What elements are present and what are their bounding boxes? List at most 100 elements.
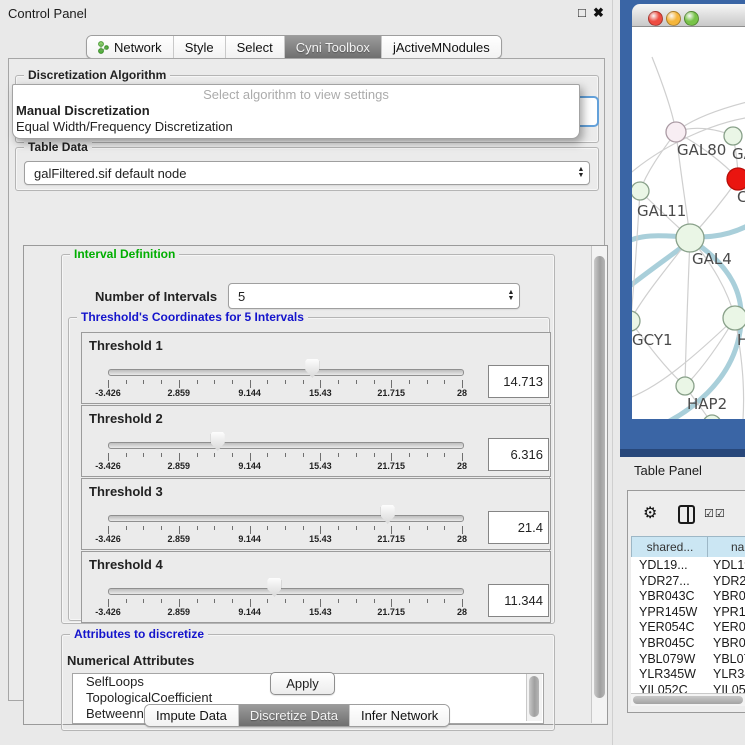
tab-infer-network[interactable]: Infer Network [350, 705, 449, 726]
network-node [703, 415, 721, 419]
cell-name: YER054C [713, 620, 745, 634]
tick-mark [232, 599, 233, 603]
tab-discretize-data[interactable]: Discretize Data [239, 705, 350, 726]
zoom-window-icon[interactable] [684, 11, 699, 26]
panel-title: Control Panel [8, 6, 87, 21]
table-data-groupbox: Table Data galFiltered.sif default node … [15, 147, 599, 191]
network-node [724, 127, 742, 145]
algorithm-dropdown-popup: Select algorithm to view settings Manual… [12, 84, 580, 139]
tick-mark [143, 380, 144, 384]
apply-button[interactable]: Apply [270, 672, 335, 695]
tick-mark [338, 453, 339, 457]
split-columns-icon[interactable] [678, 505, 695, 524]
column-header-name[interactable]: name [707, 536, 745, 558]
tick-mark [267, 380, 268, 384]
tab-jactivemnodules[interactable]: jActiveMNodules [382, 36, 501, 58]
dropdown-option[interactable]: Equal Width/Frequency Discretization [13, 119, 579, 135]
tick-label: 9.144 [238, 461, 261, 471]
tick-mark [462, 453, 463, 461]
cell-shared-name: YER054C [639, 620, 695, 634]
network-graph: GAL80GACGAL11GAL4GCY1HHAP2 [632, 27, 745, 419]
tick-mark [143, 526, 144, 530]
minimize-window-icon[interactable] [666, 11, 681, 26]
close-panel-icon[interactable]: ✖ [593, 5, 604, 21]
tick-mark [391, 453, 392, 461]
settings-scrollpane: Interval Definition Number of Intervals … [23, 245, 608, 725]
threshold-value-field[interactable]: 21.4 [488, 511, 549, 544]
tick-label: 21.715 [377, 461, 405, 471]
close-window-icon[interactable] [648, 11, 663, 26]
settings-scrollbar[interactable] [591, 246, 607, 723]
tick-mark [285, 453, 286, 457]
threshold-label: Threshold 1 [89, 338, 163, 353]
tick-mark [267, 526, 268, 530]
cell-name: YDR27... [713, 574, 745, 588]
slider-track[interactable] [108, 442, 464, 449]
tick-mark [267, 453, 268, 457]
tick-label: 2.859 [168, 461, 191, 471]
column-header-shared[interactable]: shared... [631, 536, 709, 558]
tick-mark [214, 599, 215, 603]
slider-track[interactable] [108, 369, 464, 376]
threshold-value-field[interactable]: 14.713 [488, 365, 549, 398]
gear-icon[interactable]: ⚙ [643, 503, 657, 523]
tick-mark [197, 453, 198, 457]
tick-mark [444, 453, 445, 457]
tab-select[interactable]: Select [226, 36, 285, 58]
network-node-label: HAP2 [687, 395, 727, 413]
table-body[interactable]: YDL19...YDL19...YDR27...YDR27...YBR043CY… [631, 557, 745, 693]
select-columns-icon[interactable]: ☑☑ [704, 507, 726, 520]
tick-mark [214, 526, 215, 530]
slider-track[interactable] [108, 515, 464, 522]
tick-label: 28 [457, 534, 467, 544]
tick-mark [374, 526, 375, 530]
threshold-value-field[interactable]: 11.344 [488, 584, 549, 617]
tick-mark [409, 380, 410, 384]
cell-name: YBL079W [713, 652, 745, 666]
tick-mark [126, 526, 127, 530]
tick-mark [143, 599, 144, 603]
cell-shared-name: YLR345W [639, 667, 696, 681]
tick-mark [250, 526, 251, 534]
cell-name: YPR145W [713, 605, 745, 619]
tick-mark [356, 453, 357, 457]
tab-cyni-toolbox[interactable]: Cyni Toolbox [285, 36, 382, 58]
tick-mark [320, 380, 321, 388]
tick-label: 15.43 [309, 388, 332, 398]
network-view-canvas[interactable]: GAL80GACGAL11GAL4GCY1HHAP2 [632, 27, 745, 419]
tab-network[interactable]: Network [87, 36, 174, 58]
tick-mark [462, 526, 463, 534]
tick-mark [179, 526, 180, 534]
tick-mark [126, 599, 127, 603]
threshold-value-field[interactable]: 6.316 [488, 438, 549, 471]
table-hscrollbar[interactable] [631, 693, 745, 706]
tick-mark [427, 526, 428, 530]
interval-group-title: Interval Definition [70, 247, 179, 261]
tick-mark [303, 599, 304, 603]
tick-mark [391, 380, 392, 388]
slider-track[interactable] [108, 588, 464, 595]
num-intervals-combobox[interactable]: 5 ▲▼ [228, 283, 520, 309]
tab-impute-data[interactable]: Impute Data [145, 705, 239, 726]
cell-shared-name: YDL19... [639, 558, 688, 572]
dropdown-option[interactable]: Manual Discretization [13, 103, 579, 119]
threshold-panel: Threshold 2-3.4262.8599.14415.4321.71528… [81, 405, 551, 477]
tick-label: 21.715 [377, 607, 405, 617]
tick-mark [409, 453, 410, 457]
tab-label: Select [237, 40, 273, 55]
tick-mark [285, 599, 286, 603]
network-node [666, 122, 686, 142]
tick-mark [320, 453, 321, 461]
attributes-list-scrollbar[interactable] [526, 674, 542, 721]
tab-style[interactable]: Style [174, 36, 226, 58]
tick-mark [250, 453, 251, 461]
table-data-combobox[interactable]: galFiltered.sif default node ▲▼ [24, 161, 590, 185]
network-window-bottom-border [620, 449, 745, 457]
float-panel-icon[interactable]: □ [578, 5, 586, 20]
tick-mark [108, 599, 109, 607]
tick-label: -3.426 [95, 461, 121, 471]
network-window-titlebar[interactable] [632, 4, 745, 27]
tick-mark [285, 526, 286, 530]
tick-mark [161, 526, 162, 530]
network-node [723, 306, 745, 330]
